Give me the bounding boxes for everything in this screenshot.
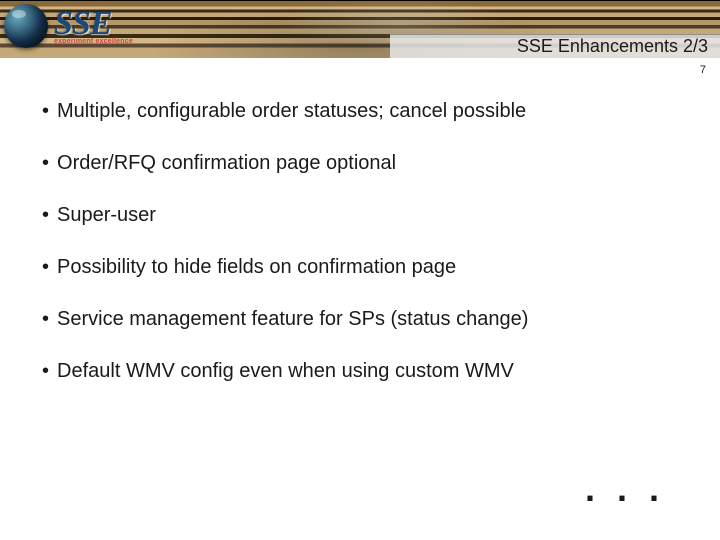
list-item: • Order/RFQ confirmation page optional [42,152,680,175]
logo-tagline: experiment excellence [54,38,133,45]
list-item: • Service management feature for SPs (st… [42,308,680,331]
bullet-icon: • [42,152,49,174]
logo-text: SSE experiment excellence [54,7,133,45]
page-number: 7 [700,64,706,76]
bullet-icon: • [42,100,49,122]
bullet-text: Possibility to hide fields on confirmati… [57,256,456,279]
globe-icon [4,4,48,48]
bullet-text: Order/RFQ confirmation page optional [57,152,396,175]
bullet-text: Multiple, configurable order statuses; c… [57,100,526,123]
content-area: • Multiple, configurable order statuses;… [42,100,680,412]
list-item: • Multiple, configurable order statuses;… [42,100,680,123]
logo-main: SSE [54,7,133,41]
bullet-text: Super-user [57,204,156,227]
bullet-text: Service management feature for SPs (stat… [57,308,528,331]
bullet-icon: • [42,360,49,382]
continuation-ellipsis: . . . [585,480,665,498]
slide-title: SSE Enhancements 2/3 [517,36,708,57]
list-item: • Super-user [42,204,680,227]
header-banner: SSE experiment excellence SSE Enhancemen… [0,0,720,58]
bullet-icon: • [42,256,49,278]
title-strip: SSE Enhancements 2/3 [390,34,720,58]
bullet-icon: • [42,204,49,226]
logo: SSE experiment excellence [0,0,160,57]
bullet-text: Default WMV config even when using custo… [57,360,514,383]
list-item: • Possibility to hide fields on confirma… [42,256,680,279]
list-item: • Default WMV config even when using cus… [42,360,680,383]
bullet-icon: • [42,308,49,330]
